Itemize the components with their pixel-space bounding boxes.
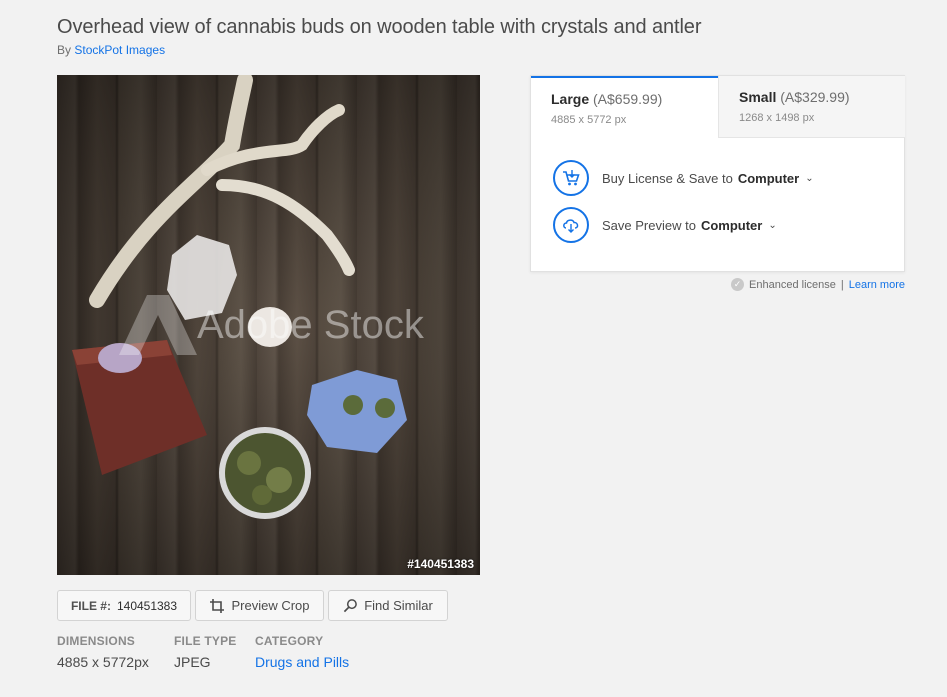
cart-icon-circle	[553, 160, 589, 196]
find-similar-button[interactable]: Find Similar	[328, 590, 448, 621]
detail-category: CATEGORY Drugs and Pills	[255, 634, 349, 670]
buy-target: Computer	[737, 170, 800, 186]
buy-license-button[interactable]: Buy License & Save to Computer ⌄	[553, 160, 814, 196]
search-icon	[343, 599, 358, 613]
detail-heading: DIMENSIONS	[57, 634, 136, 648]
page-title: Overhead view of cannabis buds on wooden…	[57, 16, 702, 38]
byline: By StockPot Images	[57, 43, 165, 57]
find-similar-label: Find Similar	[364, 598, 433, 613]
save-preview-label: Save Preview to	[602, 217, 696, 233]
tab-large-title: Large (A$659.99)	[551, 91, 718, 107]
detail-dimensions: DIMENSIONS 4885 x 5772px	[57, 634, 149, 670]
crop-icon	[210, 598, 225, 613]
stock-photo-preview[interactable]: Adobe Stock #140451383	[57, 75, 480, 575]
cannabis-bud	[343, 395, 363, 415]
learn-more-link[interactable]: Learn more	[849, 279, 905, 291]
detail-file-type: FILE TYPE JPEG	[174, 634, 236, 670]
preview-target: Computer	[700, 217, 763, 233]
cannabis-bud	[252, 485, 272, 505]
chevron-down-icon[interactable]: ⌄	[768, 220, 776, 231]
enhanced-license-note: ✓ Enhanced license | Learn more	[731, 278, 905, 291]
category-link[interactable]: Drugs and Pills	[255, 654, 349, 670]
file-number-label: FILE #:	[70, 598, 111, 613]
preview-crop-label: Preview Crop	[231, 598, 310, 613]
tab-large-price: (A$659.99)	[593, 91, 663, 107]
cannabis-bud	[375, 398, 395, 418]
tab-small-title: Small (A$329.99)	[739, 89, 905, 105]
antler-tine	[216, 179, 355, 276]
separator: |	[840, 278, 844, 291]
tab-small-name: Small	[739, 89, 777, 105]
cloud-icon-circle	[553, 207, 589, 243]
tab-small[interactable]: Small (A$329.99) 1268 x 1498 px	[718, 76, 905, 138]
tab-large-dimensions: 4885 x 5772 px	[551, 114, 627, 126]
cannabis-bud	[237, 451, 261, 475]
detail-heading: CATEGORY	[255, 634, 324, 648]
tab-small-dimensions: 1268 x 1498 px	[739, 112, 815, 124]
byline-prefix: By	[57, 43, 72, 57]
tab-large[interactable]: Large (A$659.99) 4885 x 5772 px	[531, 76, 718, 138]
author-link[interactable]: StockPot Images	[74, 43, 165, 57]
photo-id-overlay: #140451383	[407, 557, 474, 571]
watermark-text: Adobe Stock	[197, 303, 424, 347]
cloud-download-icon	[563, 219, 579, 233]
license-panel: Large (A$659.99) 4885 x 5772 px Small (A…	[530, 75, 905, 272]
chevron-down-icon[interactable]: ⌄	[805, 173, 813, 184]
enhanced-license-text: Enhanced license	[749, 278, 836, 291]
check-icon: ✓	[731, 278, 745, 291]
tab-large-name: Large	[551, 91, 590, 107]
detail-value: 4885 x 5772px	[57, 654, 149, 670]
save-preview-button[interactable]: Save Preview to Computer ⌄	[553, 207, 777, 243]
preview-crop-button[interactable]: Preview Crop	[195, 590, 324, 621]
detail-value: JPEG	[174, 654, 211, 670]
cart-icon	[563, 170, 580, 186]
file-number-button[interactable]: FILE #: 140451383	[57, 590, 191, 621]
file-number-value: 140451383	[116, 598, 178, 613]
detail-heading: FILE TYPE	[174, 634, 237, 648]
tab-small-price: (A$329.99)	[780, 89, 850, 105]
buy-license-label: Buy License & Save to	[602, 170, 733, 186]
